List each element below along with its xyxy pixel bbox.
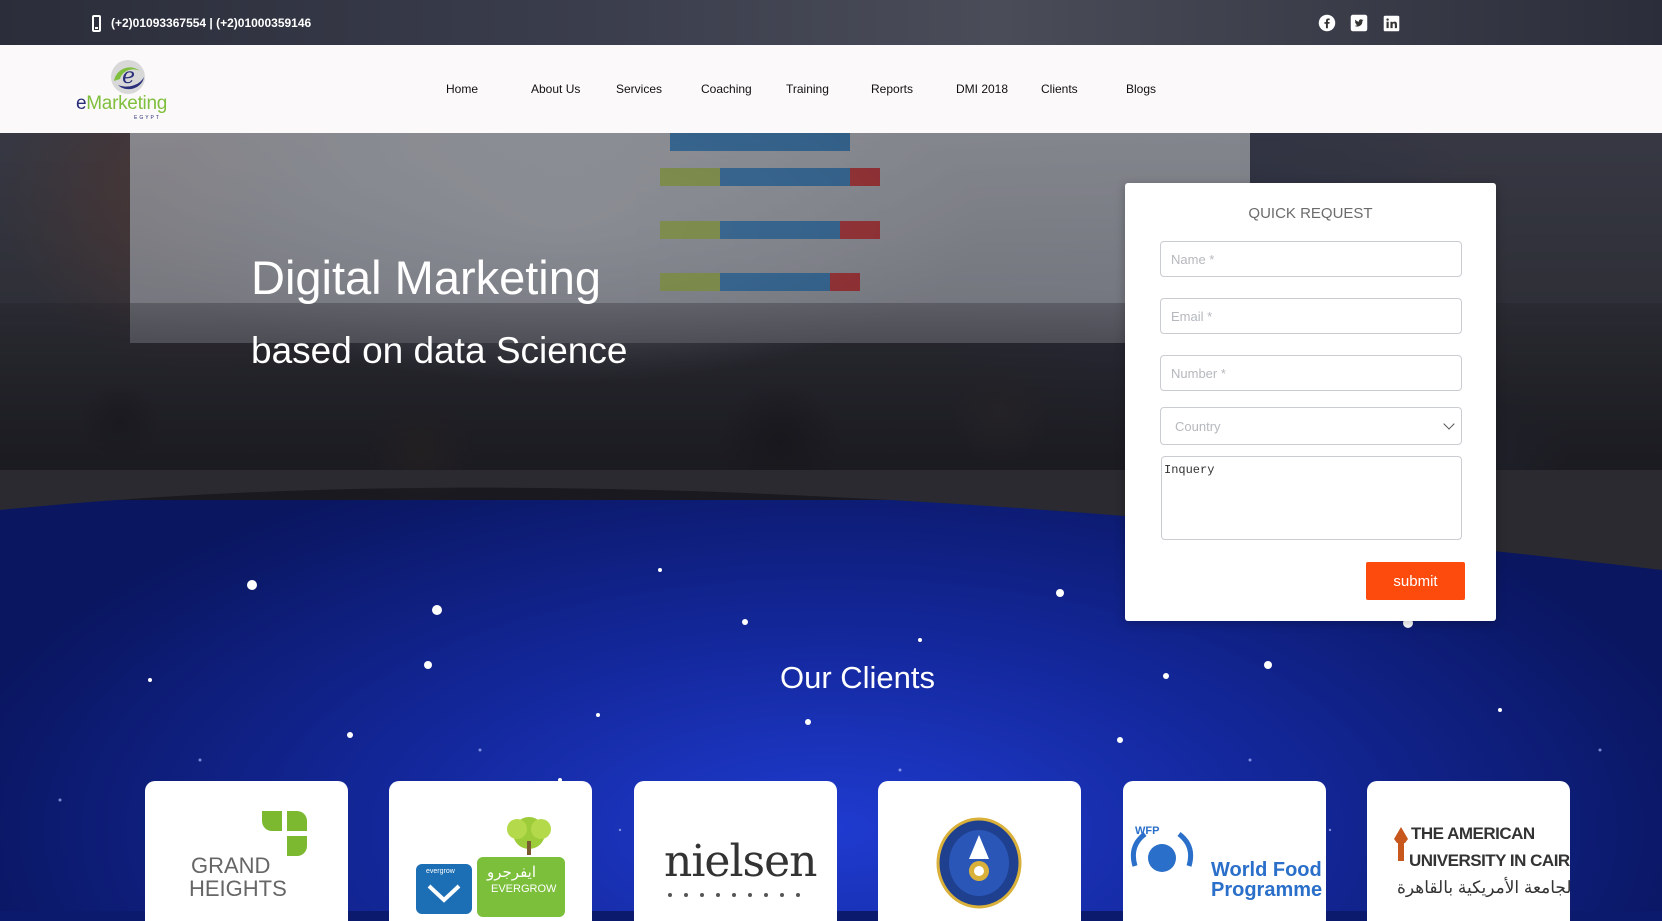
email-input[interactable] (1160, 298, 1462, 334)
main-navbar: e eMarketing EGYPT Home About Us Service… (0, 45, 1662, 133)
clients-heading: Our Clients (779, 660, 936, 695)
wfp-line2: Programme (1211, 879, 1323, 901)
nav-blogs[interactable]: Blogs (1126, 82, 1156, 96)
phone-contact: (+2)01093367554 | (+2)01000359146 (92, 13, 311, 33)
top-bar: (+2)01093367554 | (+2)01000359146 (0, 0, 1662, 45)
twitter-icon[interactable] (1349, 13, 1369, 33)
nav-clients[interactable]: Clients (1041, 82, 1078, 96)
country-select[interactable]: Country (1160, 407, 1462, 445)
federation-emblem-icon (936, 817, 1022, 909)
quick-request-title: QUICK REQUEST (1248, 205, 1373, 222)
country-select-value: Country (1175, 418, 1221, 434)
hero-subtitle: based on data Science (251, 330, 628, 371)
grand-heights-line2: HEIGHTS (189, 876, 287, 901)
nav-reports[interactable]: Reports (871, 82, 913, 96)
evergrow-label-panel: ايفرجرو EVERGROW (477, 857, 565, 917)
auc-line1: THE AMERICAN (1411, 824, 1535, 843)
wfp-abbr: WFP (1135, 825, 1160, 837)
nav-about-us[interactable]: About Us (531, 82, 580, 96)
auc-arabic: الجامعة الأمريكية بالقاهرة (1397, 878, 1570, 897)
nielsen-dots (668, 893, 800, 897)
logo-subtitle: EGYPT (134, 115, 161, 121)
nav-training[interactable]: Training (786, 82, 829, 96)
chevron-down-icon (1443, 418, 1455, 430)
emarketing-logo[interactable]: e eMarketing EGYPT (76, 55, 184, 123)
client-logo-federation-emblem[interactable] (878, 781, 1081, 921)
client-logo-world-food-programme[interactable]: WFP World Food Programme (1123, 781, 1326, 921)
phone-numbers: (+2)01093367554 | (+2)01000359146 (111, 16, 312, 30)
logo-wordmark: eMarketing (76, 93, 168, 114)
quick-request-form: QUICK REQUEST Country submit (1125, 183, 1496, 621)
evergrow-tree-icon (507, 817, 551, 855)
nav-home[interactable]: Home (446, 82, 478, 96)
inquiry-textarea[interactable] (1161, 456, 1462, 540)
client-logo-grand-heights[interactable]: GRAND HEIGHTS (145, 781, 348, 921)
nav-services[interactable]: Services (616, 82, 662, 96)
svg-text:e: e (122, 64, 135, 89)
name-input[interactable] (1160, 241, 1462, 277)
linkedin-icon[interactable] (1381, 13, 1401, 33)
facebook-icon[interactable] (1317, 13, 1337, 33)
client-logo-nielsen[interactable]: nielsen (634, 781, 837, 921)
evergrow-book-icon: evergrow (416, 864, 472, 914)
nav-dmi-2018[interactable]: DMI 2018 (956, 82, 1008, 96)
client-logo-evergrow[interactable]: evergrow ايفرجرو EVERGROW (389, 781, 592, 921)
auc-line2: UNIVERSITY IN CAIRO (1409, 851, 1570, 870)
mobile-phone-icon (92, 14, 101, 32)
logo-e-mark: e (111, 60, 145, 94)
auc-torch-icon (1394, 827, 1408, 861)
nav-coaching[interactable]: Coaching (701, 82, 752, 96)
nielsen-wordmark: nielsen (664, 836, 817, 887)
hero-title: Digital Marketing (251, 251, 602, 304)
submit-button[interactable]: submit (1366, 562, 1465, 600)
number-input[interactable] (1160, 355, 1462, 391)
client-logo-american-university-cairo[interactable]: THE AMERICAN UNIVERSITY IN CAIRO الجامعة… (1367, 781, 1570, 921)
